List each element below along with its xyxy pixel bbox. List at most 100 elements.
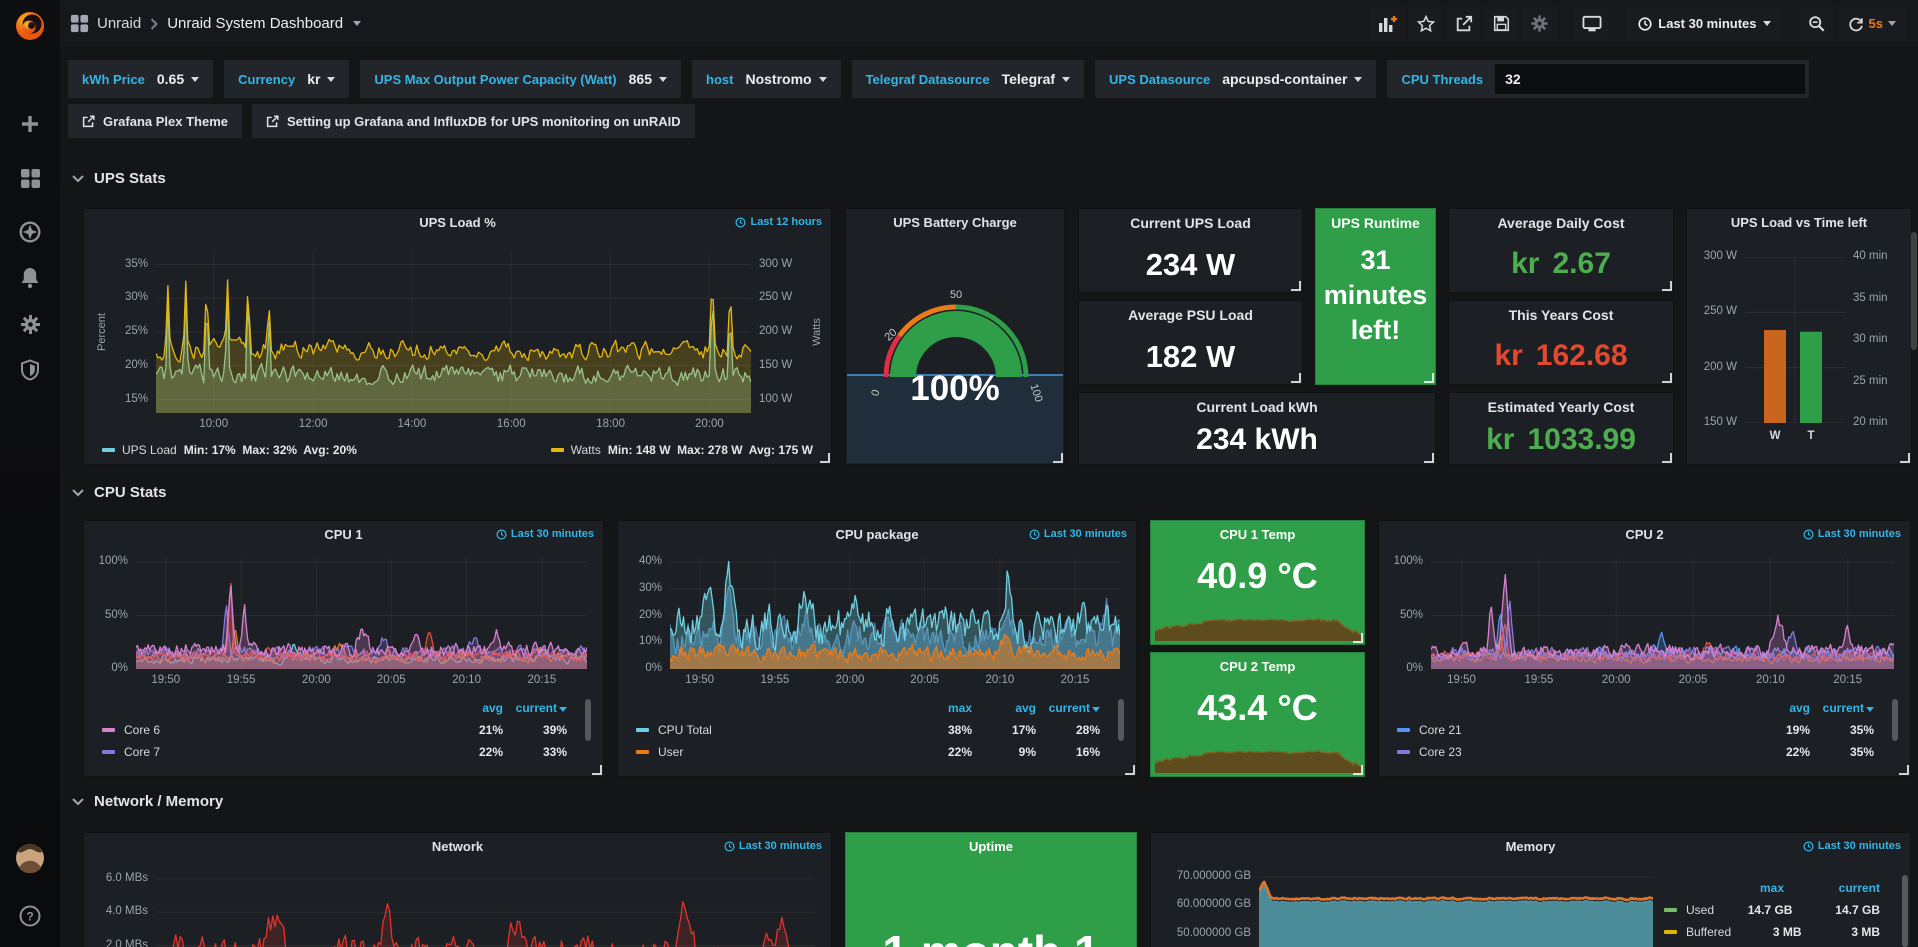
resize-handle[interactable] <box>1662 453 1672 463</box>
variable-kwh-price[interactable]: kWh Price 0.65 <box>68 60 213 98</box>
panel-title[interactable]: Average Daily Cost <box>1449 209 1673 231</box>
section-ups-stats[interactable]: UPS Stats <box>72 170 166 187</box>
link-grafana-influxdb-ups[interactable]: Setting up Grafana and InfluxDB for UPS … <box>252 104 695 138</box>
legend-header-current[interactable]: current <box>1036 701 1100 715</box>
legend-header-avg[interactable]: avg <box>972 701 1036 715</box>
legend-row[interactable]: Core 23 22% 35% <box>1389 741 1900 763</box>
panel-title[interactable]: UPS Load % <box>84 209 831 230</box>
cpu2-chart[interactable]: 19:5019:5520:0020:0520:1020:15100%50%0% <box>1387 555 1904 689</box>
panel-title[interactable]: Memory <box>1151 833 1910 854</box>
panel-title[interactable]: Current UPS Load <box>1079 209 1302 231</box>
ups-load-time-bar-chart[interactable]: 300 W250 W200 W150 W40 min35 min30 min25… <box>1695 239 1903 453</box>
resize-handle[interactable] <box>820 453 830 463</box>
cycle-view-button[interactable] <box>1574 7 1609 40</box>
resize-handle[interactable] <box>592 765 602 775</box>
resize-handle[interactable] <box>1353 633 1363 643</box>
chevron-down-icon[interactable] <box>353 21 361 26</box>
resize-handle[interactable] <box>1662 281 1672 291</box>
resize-handle[interactable] <box>1353 765 1363 775</box>
legend-row[interactable]: Used 14.7 GB 14.7 GB <box>1656 899 1886 921</box>
legend-header-avg[interactable]: avg <box>1746 701 1810 715</box>
resize-handle[interactable] <box>1662 373 1672 383</box>
legend-header-current[interactable]: current <box>503 701 567 715</box>
save-button[interactable] <box>1484 7 1519 40</box>
cpu-package-chart[interactable]: 19:5019:5520:0020:0520:1020:1540%30%20%1… <box>626 555 1130 689</box>
section-cpu-stats[interactable]: CPU Stats <box>72 484 167 501</box>
legend-item-ups-load[interactable]: UPS Load Min: 17% Max: 32% Avg: 20% <box>102 443 357 457</box>
section-network-memory[interactable]: Network / Memory <box>72 793 223 810</box>
legend-table: avg current Core 6 21% 39% Core 7 22% 33… <box>94 697 593 775</box>
panel-title[interactable]: Estimated Yearly Cost <box>1449 393 1673 415</box>
variable-host[interactable]: host Nostromo <box>692 60 841 98</box>
panel-title[interactable]: UPS Load vs Time left <box>1687 209 1911 230</box>
legend-row[interactable]: Core 21 19% 35% <box>1389 719 1900 741</box>
legend-header-max[interactable]: max <box>908 701 972 715</box>
panel-title[interactable]: CPU 1 Temp <box>1151 521 1364 542</box>
avatar[interactable] <box>0 838 60 878</box>
link-grafana-plex-theme[interactable]: Grafana Plex Theme <box>68 104 242 138</box>
resize-handle[interactable] <box>1053 453 1063 463</box>
legend-header-current[interactable]: current <box>1784 881 1880 895</box>
legend-row[interactable]: CPU Total 38% 17% 28% <box>628 719 1126 741</box>
variable-ups-datasource[interactable]: UPS Datasource apcupsd-container <box>1095 60 1376 98</box>
memory-chart[interactable]: 70.000000 GB60.000000 GB50.000000 GB <box>1159 861 1659 947</box>
panel-title[interactable]: Average PSU Load <box>1079 301 1302 323</box>
create-icon[interactable] <box>0 104 60 144</box>
alerting-icon[interactable] <box>0 258 60 298</box>
resize-handle[interactable] <box>1900 453 1910 463</box>
variable-ups-max-output[interactable]: UPS Max Output Power Capacity (Watt) 865 <box>360 60 681 98</box>
variable-currency[interactable]: Currency kr <box>224 60 349 98</box>
legend-header-max[interactable]: max <box>1698 881 1784 895</box>
network-chart[interactable]: 6.0 MBs4.0 MBs2.0 MBs <box>92 863 825 947</box>
x-axis-tick: 14:00 <box>382 418 442 430</box>
legend-scrollbar[interactable] <box>585 699 591 741</box>
legend-scrollbar[interactable] <box>1902 875 1908 947</box>
explore-icon[interactable] <box>0 212 60 252</box>
resize-handle[interactable] <box>1291 373 1301 383</box>
page-scrollbar[interactable] <box>1911 232 1917 350</box>
y-axis-tick: 10% <box>626 635 662 647</box>
share-button[interactable] <box>1446 7 1481 40</box>
configuration-icon[interactable] <box>0 304 60 344</box>
ups-load-chart[interactable]: 10:0012:0014:0016:0018:0020:0035%300 W30… <box>92 245 825 435</box>
refresh-picker[interactable]: 5s <box>1838 7 1906 40</box>
x-axis-tick: 20:05 <box>895 674 955 686</box>
resize-handle[interactable] <box>1424 373 1434 383</box>
add-panel-button[interactable] <box>1370 7 1405 40</box>
legend-item-watts[interactable]: Watts Min: 148 W Max: 278 W Avg: 175 W <box>551 443 813 457</box>
panel-title[interactable]: Current Load kWh <box>1079 393 1435 415</box>
star-button[interactable] <box>1408 7 1443 40</box>
legend-header-avg[interactable]: avg <box>439 701 503 715</box>
resize-handle[interactable] <box>1125 765 1135 775</box>
legend-row[interactable]: User 22% 9% 16% <box>628 741 1126 763</box>
resize-handle[interactable] <box>1424 453 1434 463</box>
dashboard-grid-icon[interactable] <box>70 14 89 33</box>
resize-handle[interactable] <box>1899 765 1909 775</box>
legend-scrollbar[interactable] <box>1892 699 1898 741</box>
y-axis-tick: 20% <box>92 359 148 371</box>
breadcrumb-folder[interactable]: Unraid <box>97 15 141 32</box>
cpu1-chart[interactable]: 19:5019:5520:0020:0520:1020:15100%50%0% <box>92 555 597 689</box>
server-admin-shield-icon[interactable] <box>0 350 60 390</box>
legend-row[interactable]: Buffered 3 MB 3 MB <box>1656 921 1886 943</box>
panel-title[interactable]: UPS Runtime <box>1316 209 1435 231</box>
battery-gauge[interactable]: 02050100 <box>846 209 1066 466</box>
legend-row[interactable]: Core 7 22% 33% <box>94 741 593 763</box>
time-range-picker[interactable]: Last 30 minutes <box>1626 7 1782 40</box>
help-icon[interactable]: ? <box>0 896 60 936</box>
panel-title[interactable]: Network <box>84 833 831 854</box>
resize-handle[interactable] <box>1291 281 1301 291</box>
grafana-logo-icon[interactable] <box>0 6 60 46</box>
variable-telegraf-datasource[interactable]: Telegraf Datasource Telegraf <box>852 60 1084 98</box>
legend-row[interactable]: Core 6 21% 39% <box>94 719 593 741</box>
panel-title[interactable]: CPU 2 Temp <box>1151 653 1364 674</box>
cpu-threads-input[interactable] <box>1495 64 1805 94</box>
zoom-out-button[interactable] <box>1800 7 1835 40</box>
legend-scrollbar[interactable] <box>1118 699 1124 741</box>
panel-title[interactable]: This Years Cost <box>1449 301 1673 323</box>
dashboards-icon[interactable] <box>0 158 60 198</box>
panel-title[interactable]: Uptime <box>846 833 1136 854</box>
breadcrumb-dashboard[interactable]: Unraid System Dashboard <box>167 15 343 32</box>
legend-header-current[interactable]: current <box>1810 701 1874 715</box>
settings-button[interactable] <box>1522 7 1557 40</box>
